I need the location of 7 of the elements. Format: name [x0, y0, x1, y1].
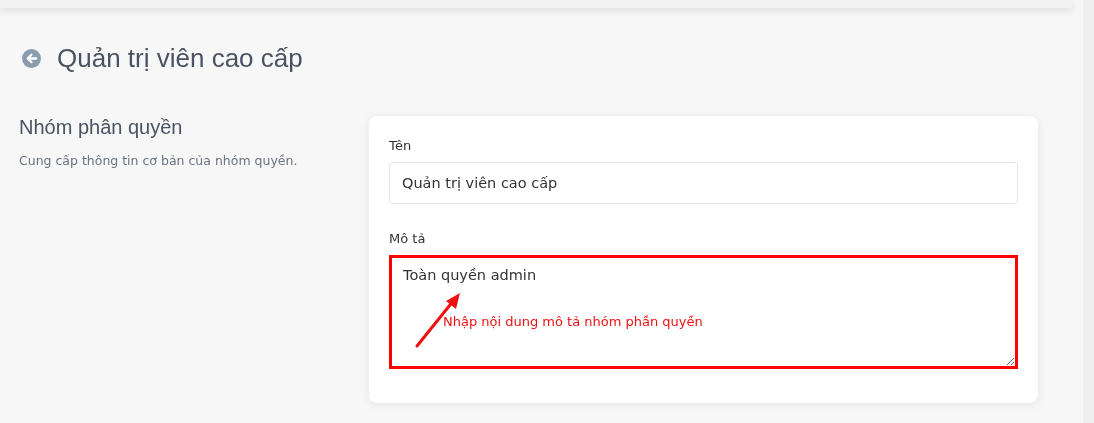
annotation-text: Nhập nội dung mô tả nhóm phần quyền [443, 314, 703, 329]
name-input[interactable]: Quản trị viên cao cấp [389, 162, 1018, 204]
section-description: Cung cấp thông tin cơ bản của nhóm quyền. [19, 153, 299, 168]
page-title: Quản trị viên cao cấp [57, 42, 303, 74]
field-label: Tên [389, 138, 413, 153]
section-title: Nhóm phân quyền [19, 116, 184, 139]
field-label: Mô tả [389, 231, 427, 246]
